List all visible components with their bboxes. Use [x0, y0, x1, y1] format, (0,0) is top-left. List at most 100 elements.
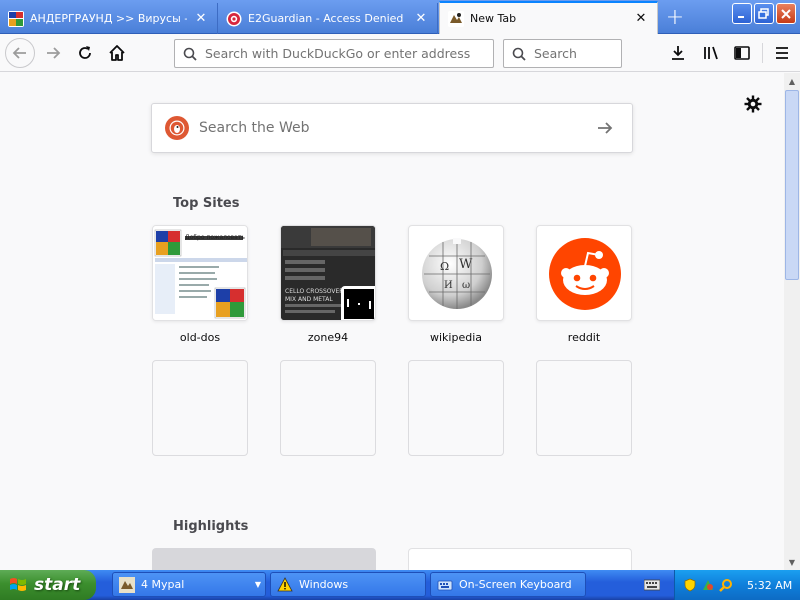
zone94-thumb-text: CELLO CROSSOVER MIX AND METAL — [285, 288, 344, 303]
svg-text:ω: ω — [462, 280, 470, 291]
keyboard-icon — [437, 580, 453, 590]
taskbar-button-label: 4 Mypal — [141, 578, 185, 591]
svg-text:И: И — [444, 280, 453, 291]
home-icon — [109, 45, 125, 61]
window-close-button[interactable] — [776, 3, 796, 24]
vertical-scrollbar[interactable]: ▲ ▼ — [784, 73, 800, 570]
taskbar-button-mypal[interactable]: 4 Mypal ▼ — [112, 572, 266, 597]
msdos-favicon — [8, 10, 24, 27]
forward-button[interactable] — [39, 39, 67, 67]
old-dos-thumb-text: Добро пожаловать — [185, 234, 245, 241]
keyboard-layout-icon[interactable] — [644, 578, 660, 592]
system-tray: 5:32 AM — [674, 570, 800, 600]
sidebar-icon — [734, 46, 750, 60]
top-site-tile-zone94[interactable]: CELLO CROSSOVER MIX AND METAL — [280, 225, 376, 321]
network-icon[interactable] — [701, 578, 715, 592]
close-tab-icon[interactable]: ✕ — [193, 11, 209, 27]
highlight-card[interactable] — [408, 548, 632, 570]
security-shield-icon[interactable] — [683, 578, 697, 592]
highlights-heading: Highlights — [173, 519, 249, 534]
windows-taskbar: start 4 Mypal ▼ Windows On-Screen Keyboa… — [0, 570, 800, 600]
empty-top-site-slot[interactable] — [152, 360, 248, 456]
downloads-button[interactable] — [664, 39, 692, 67]
minimize-icon — [738, 15, 744, 18]
chevron-down-icon: ▼ — [254, 580, 261, 589]
scrollbar-thumb[interactable] — [785, 90, 799, 280]
wikipedia-globe-icon: Ω W И ω — [422, 238, 492, 309]
restore-button[interactable] — [754, 3, 774, 24]
start-button[interactable]: start — [0, 570, 96, 600]
hamburger-menu-icon — [776, 47, 788, 59]
mypal-icon — [119, 576, 135, 593]
msdos-favicon — [211, 284, 247, 320]
tab-title: New Tab — [470, 12, 517, 25]
new-tab-button[interactable]: + — [660, 3, 690, 31]
toolbar-divider — [762, 43, 763, 63]
top-site-tile-old-dos[interactable]: Добро пожаловать — [152, 225, 248, 321]
top-site-label: zone94 — [307, 331, 349, 344]
forward-arrow-icon — [47, 47, 61, 59]
back-button[interactable] — [5, 38, 35, 68]
tab-title: E2Guardian - Access Denied — [248, 12, 404, 25]
close-icon — [781, 8, 791, 19]
tab-andergraund[interactable]: АНДЕРГРАУНД >> Вирусы - Ст ✕ — [0, 3, 218, 34]
dos-game-favicon — [448, 10, 464, 27]
scroll-down-arrow-icon[interactable]: ▼ — [784, 554, 800, 570]
gear-icon[interactable] — [744, 95, 762, 113]
arrow-right-icon — [598, 122, 613, 134]
home-button[interactable] — [103, 39, 131, 67]
sidebar-button[interactable] — [728, 39, 756, 67]
search-bar-placeholder: Search — [534, 46, 577, 61]
search-icon — [183, 47, 197, 61]
taskbar-button-label: On-Screen Keyboard — [459, 578, 572, 591]
reddit-icon — [549, 238, 621, 310]
scroll-up-arrow-icon[interactable]: ▲ — [784, 73, 800, 89]
web-search-placeholder: Search the Web — [199, 120, 310, 136]
zone94-favicon — [341, 286, 375, 320]
top-site-label: old-dos — [179, 331, 221, 344]
empty-top-site-slot[interactable] — [408, 360, 504, 456]
warning-icon — [277, 576, 293, 591]
taskbar-button-windows[interactable]: Windows — [270, 572, 426, 597]
library-icon — [704, 46, 718, 60]
top-site-tile-wikipedia[interactable]: Ω W И ω — [408, 225, 504, 321]
search-bar[interactable]: Search — [503, 39, 622, 68]
duckduckgo-icon — [165, 116, 189, 140]
address-bar-placeholder: Search with DuckDuckGo or enter address — [205, 46, 471, 61]
close-tab-icon[interactable]: ✕ — [413, 11, 429, 27]
taskbar-button-osk[interactable]: On-Screen Keyboard — [430, 572, 586, 597]
taskbar-button-label: Windows — [299, 578, 349, 591]
restore-icon — [758, 7, 769, 19]
new-tab-page: Search the Web Top Sites Добро пожаловат… — [0, 73, 784, 570]
library-button[interactable] — [697, 39, 725, 67]
reload-button[interactable] — [71, 39, 99, 67]
svg-text:W: W — [459, 257, 473, 272]
web-search-box[interactable]: Search the Web — [151, 103, 633, 153]
tab-title: АНДЕРГРАУНД >> Вирусы - Ст — [30, 12, 187, 25]
tab-new-tab[interactable]: New Tab ✕ — [439, 1, 658, 34]
navigation-toolbar: Search with DuckDuckGo or enter address … — [0, 34, 800, 72]
clock: 5:32 AM — [747, 578, 793, 592]
highlight-card[interactable] — [152, 548, 376, 570]
tab-e2guardian[interactable]: E2Guardian - Access Denied ✕ — [218, 3, 438, 34]
top-site-tile-reddit[interactable] — [536, 225, 632, 321]
close-tab-icon[interactable]: ✕ — [633, 11, 649, 27]
reload-icon — [79, 46, 91, 59]
top-site-label: reddit — [567, 331, 601, 344]
menu-button[interactable] — [768, 39, 796, 67]
empty-top-site-slot[interactable] — [280, 360, 376, 456]
back-arrow-icon — [12, 47, 26, 59]
top-site-label: wikipedia — [429, 331, 482, 344]
svg-text:Ω: Ω — [440, 260, 449, 273]
address-bar[interactable]: Search with DuckDuckGo or enter address — [174, 39, 494, 68]
search-icon[interactable] — [719, 578, 733, 592]
e2guardian-favicon — [226, 11, 242, 26]
windows-flag-icon — [10, 578, 26, 591]
minimize-button[interactable] — [732, 3, 752, 24]
search-go-button[interactable] — [590, 113, 620, 143]
empty-top-site-slot[interactable] — [536, 360, 632, 456]
top-sites-heading: Top Sites — [173, 196, 240, 211]
search-icon — [512, 47, 526, 61]
tab-strip: АНДЕРГРАУНД >> Вирусы - Ст ✕ E2Guardian … — [0, 0, 800, 34]
download-icon — [672, 46, 684, 60]
